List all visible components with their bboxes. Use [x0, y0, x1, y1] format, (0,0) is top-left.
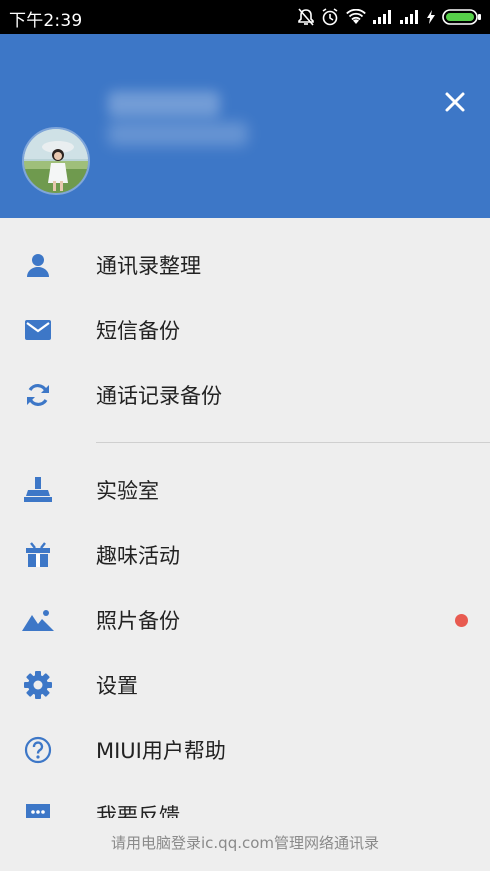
menu-item-label: 短信备份	[96, 319, 180, 343]
menu-item-photo-backup[interactable]: 照片备份	[0, 590, 490, 650]
menu-item-contacts-organize[interactable]: 通讯录整理	[0, 235, 490, 295]
alarm-icon	[321, 8, 339, 26]
footer: 请用电脑登录ic.qq.com管理网络通讯录	[0, 818, 490, 871]
drawer-menu: 通讯录整理 短信备份 通话记录备份 实验室 趣味活动 照片备份 设置 MIUI用…	[0, 218, 490, 818]
mute-icon	[298, 8, 314, 26]
wifi-icon	[346, 9, 366, 25]
menu-item-label: MIUI用户帮助	[96, 739, 226, 763]
menu-item-label: 实验室	[96, 479, 159, 503]
menu-item-label: 通话记录备份	[96, 384, 222, 408]
photo-icon	[18, 604, 58, 636]
lab-icon	[18, 474, 58, 506]
menu-item-call-log-backup[interactable]: 通话记录备份	[0, 365, 490, 425]
gear-icon	[18, 669, 58, 701]
close-button[interactable]	[440, 89, 470, 119]
close-icon	[444, 91, 466, 117]
menu-item-miui-help[interactable]: MIUI用户帮助	[0, 720, 490, 780]
status-time: 下午2:39	[9, 11, 83, 31]
menu-item-fun-activities[interactable]: 趣味活动	[0, 525, 490, 585]
menu-item-label: 通讯录整理	[96, 254, 201, 278]
charging-icon	[427, 10, 435, 24]
menu-item-settings[interactable]: 设置	[0, 655, 490, 715]
feedback-icon	[18, 799, 58, 818]
signal-icon	[400, 10, 420, 24]
menu-item-label: 趣味活动	[96, 544, 180, 568]
signal-icon	[373, 10, 393, 24]
gift-icon	[18, 539, 58, 571]
status-bar: 下午2:39	[0, 0, 490, 34]
menu-item-label: 照片备份	[96, 609, 180, 633]
menu-item-label: 我要反馈	[96, 804, 180, 818]
avatar[interactable]	[22, 127, 90, 195]
sync-icon	[18, 379, 58, 411]
status-icons	[298, 7, 482, 27]
menu-item-sms-backup[interactable]: 短信备份	[0, 300, 490, 360]
person-icon	[18, 249, 58, 281]
menu-item-label: 设置	[96, 674, 138, 698]
account-placeholder	[108, 122, 248, 146]
help-icon	[18, 734, 58, 766]
footer-hint: 请用电脑登录ic.qq.com管理网络通讯录	[110, 834, 380, 852]
new-badge-dot	[455, 614, 468, 627]
menu-item-feedback[interactable]: 我要反馈	[0, 785, 490, 818]
menu-item-lab[interactable]: 实验室	[0, 460, 490, 520]
battery-icon	[442, 9, 482, 25]
username-placeholder	[108, 91, 220, 117]
menu-divider	[96, 442, 490, 443]
mail-icon	[18, 314, 58, 346]
